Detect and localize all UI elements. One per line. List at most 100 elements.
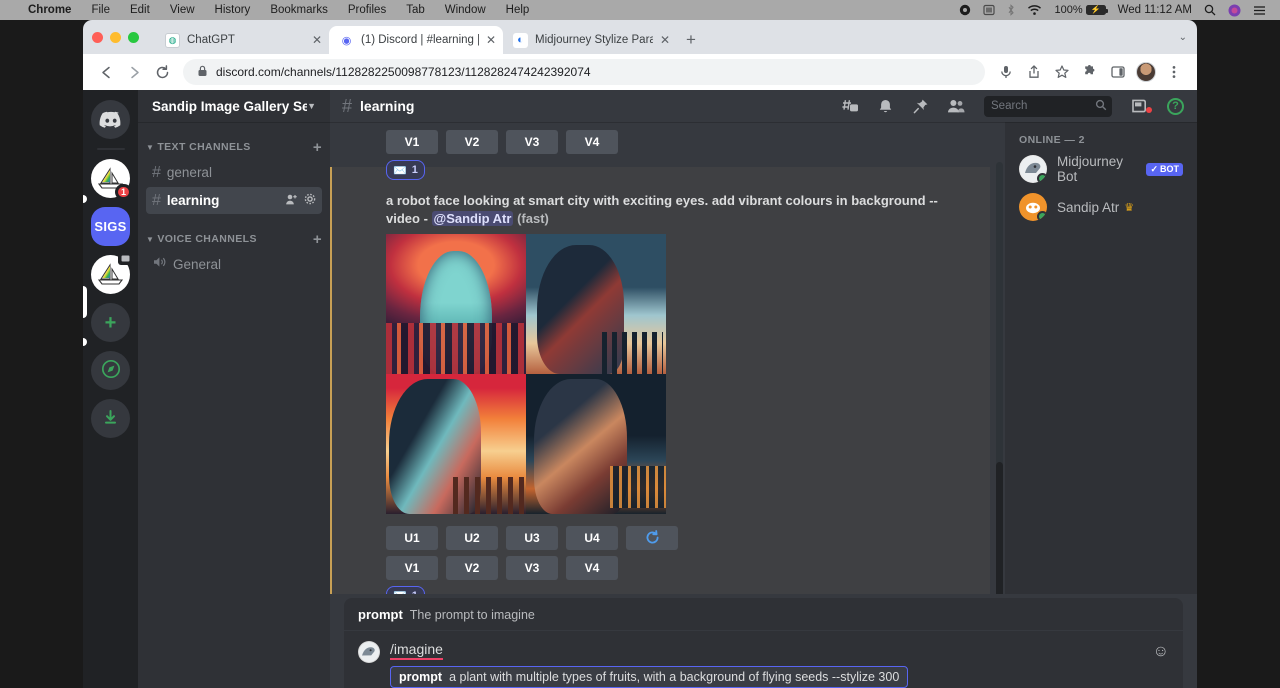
- reroll-refresh-button[interactable]: [626, 526, 678, 550]
- browser-tab-midjourney-stylize[interactable]: ◐ Midjourney Stylize Parameter ✕: [503, 26, 677, 54]
- menubar-clock[interactable]: Wed 11:12 AM: [1112, 4, 1198, 16]
- midjourney-image-grid[interactable]: [386, 234, 666, 514]
- profile-avatar[interactable]: [1133, 59, 1159, 85]
- minimize-window-button[interactable]: [110, 32, 121, 43]
- share-icon[interactable]: [1021, 59, 1047, 85]
- message-scrollbar[interactable]: [996, 162, 1003, 594]
- sidebar-item-learning[interactable]: # learning: [146, 187, 322, 214]
- message-scroll-area[interactable]: V1 V2 V3 V4 ✉️ 1 a robot face looking at…: [330, 122, 1005, 594]
- sidebar-item-voice-general[interactable]: General: [146, 251, 322, 278]
- variation-button-v4[interactable]: V4: [566, 130, 618, 154]
- tab-search-chevron-icon[interactable]: ⌄: [1179, 32, 1187, 43]
- extensions-icon[interactable]: [1077, 59, 1103, 85]
- bookmark-star-icon[interactable]: [1049, 59, 1075, 85]
- member-sandip-atr[interactable]: Sandip Atr ♛: [1013, 188, 1189, 226]
- inbox-icon[interactable]: [1126, 98, 1154, 114]
- sidebar-item-server-sailboat-2[interactable]: [91, 255, 130, 294]
- menubar-item-window[interactable]: Window: [435, 4, 496, 16]
- add-server-button[interactable]: +: [91, 303, 130, 342]
- control-center-icon[interactable]: [1247, 5, 1272, 16]
- browser-toolbar: discord.com/channels/1128282250098778123…: [83, 54, 1197, 90]
- new-tab-button[interactable]: +: [677, 30, 705, 54]
- maximize-window-button[interactable]: [128, 32, 139, 43]
- reaction-envelope-top[interactable]: ✉️ 1: [386, 160, 425, 180]
- menubar-item-view[interactable]: View: [160, 4, 205, 16]
- help-icon[interactable]: ?: [1162, 98, 1189, 115]
- microphone-icon[interactable]: [993, 59, 1019, 85]
- close-tab-icon[interactable]: ✕: [660, 34, 670, 46]
- download-apps-button[interactable]: [91, 399, 130, 438]
- back-icon[interactable]: [93, 59, 119, 85]
- screen-mirroring-icon[interactable]: [977, 4, 1001, 16]
- close-tab-icon[interactable]: ✕: [486, 34, 496, 46]
- pinned-messages-icon[interactable]: [907, 98, 934, 115]
- notification-bell-icon[interactable]: [872, 98, 899, 115]
- search-input[interactable]: Search: [984, 96, 1112, 117]
- menubar-app-name[interactable]: Chrome: [8, 4, 81, 16]
- record-icon[interactable]: [953, 4, 977, 16]
- window-traffic-lights[interactable]: [92, 32, 139, 43]
- menubar-item-profiles[interactable]: Profiles: [338, 4, 396, 16]
- upscale-button-u2[interactable]: U2: [446, 526, 498, 550]
- variation-button-v4-bottom[interactable]: V4: [566, 556, 618, 580]
- menubar-item-bookmarks[interactable]: Bookmarks: [260, 4, 338, 16]
- sidebar-item-general[interactable]: # general: [146, 159, 322, 186]
- sidebar-item-server-sigs[interactable]: SIGS: [91, 207, 130, 246]
- browser-tab-chatgpt[interactable]: ◍ ChatGPT ✕: [155, 26, 329, 54]
- menubar-item-edit[interactable]: Edit: [120, 4, 160, 16]
- reaction-envelope-bottom[interactable]: ✉️ 1: [386, 586, 425, 594]
- upscale-button-u4[interactable]: U4: [566, 526, 618, 550]
- guild-header[interactable]: Sandip Image Gallery Se... ▼: [138, 90, 330, 122]
- menubar-item-tab[interactable]: Tab: [396, 4, 435, 16]
- create-voice-channel-icon[interactable]: +: [313, 232, 322, 247]
- create-text-channel-icon[interactable]: +: [313, 140, 322, 155]
- variation-button-v3-bottom[interactable]: V3: [506, 556, 558, 580]
- address-bar[interactable]: discord.com/channels/1128282250098778123…: [183, 59, 985, 85]
- spotlight-search-icon[interactable]: [1198, 4, 1222, 16]
- grid-image-4[interactable]: [526, 374, 666, 514]
- explore-servers-button[interactable]: [91, 351, 130, 390]
- prompt-argument-input[interactable]: prompt a plant with multiple types of fr…: [390, 666, 908, 688]
- grid-image-2[interactable]: [526, 234, 666, 374]
- grid-image-3[interactable]: [386, 374, 526, 514]
- channel-name: General: [173, 257, 316, 272]
- menubar-item-file[interactable]: File: [81, 4, 120, 16]
- edit-channel-gear-icon[interactable]: [304, 193, 316, 208]
- category-voice-channels[interactable]: ▼ Voice Channels +: [138, 228, 330, 250]
- category-label: Text Channels: [157, 141, 250, 153]
- user-mention[interactable]: @Sandip Atr: [432, 211, 514, 226]
- menubar-item-help[interactable]: Help: [496, 4, 540, 16]
- variation-button-v2[interactable]: V2: [446, 130, 498, 154]
- battery-status[interactable]: 100% ⚡: [1048, 4, 1111, 16]
- siri-icon[interactable]: [1222, 4, 1247, 17]
- sidebar-item-discord-home[interactable]: [91, 100, 130, 139]
- chevron-down-icon[interactable]: ▼: [307, 101, 316, 111]
- wifi-icon[interactable]: [1021, 4, 1048, 16]
- variation-button-v1-bottom[interactable]: V1: [386, 556, 438, 580]
- create-invite-icon[interactable]: [285, 193, 298, 209]
- upscale-button-u3[interactable]: U3: [506, 526, 558, 550]
- emoji-picker-icon[interactable]: ☺: [1153, 641, 1169, 661]
- close-tab-icon[interactable]: ✕: [312, 34, 322, 46]
- slash-command-chip[interactable]: /imagine: [390, 641, 443, 660]
- side-panel-icon[interactable]: [1105, 59, 1131, 85]
- threads-icon[interactable]: [835, 98, 864, 115]
- forward-icon[interactable]: [121, 59, 147, 85]
- member-midjourney-bot[interactable]: Midjourney Bot ✓ BOT: [1013, 150, 1189, 188]
- variation-button-v2-bottom[interactable]: V2: [446, 556, 498, 580]
- bluetooth-icon[interactable]: [1001, 4, 1021, 16]
- compass-icon: [101, 359, 121, 382]
- browser-tab-discord[interactable]: ◉ (1) Discord | #learning | Sandip ✕: [329, 26, 503, 54]
- member-list-icon[interactable]: [942, 98, 970, 115]
- category-text-channels[interactable]: ▼ Text Channels +: [138, 136, 330, 158]
- reload-icon[interactable]: [149, 59, 175, 85]
- variation-button-v3[interactable]: V3: [506, 130, 558, 154]
- upscale-button-u1[interactable]: U1: [386, 526, 438, 550]
- scrollbar-thumb[interactable]: [996, 462, 1003, 594]
- variation-button-v1[interactable]: V1: [386, 130, 438, 154]
- grid-image-1[interactable]: [386, 234, 526, 374]
- more-menu-icon[interactable]: [1161, 59, 1187, 85]
- close-window-button[interactable]: [92, 32, 103, 43]
- sidebar-item-server-sailboat-1[interactable]: 1: [91, 159, 130, 198]
- menubar-item-history[interactable]: History: [205, 4, 261, 16]
